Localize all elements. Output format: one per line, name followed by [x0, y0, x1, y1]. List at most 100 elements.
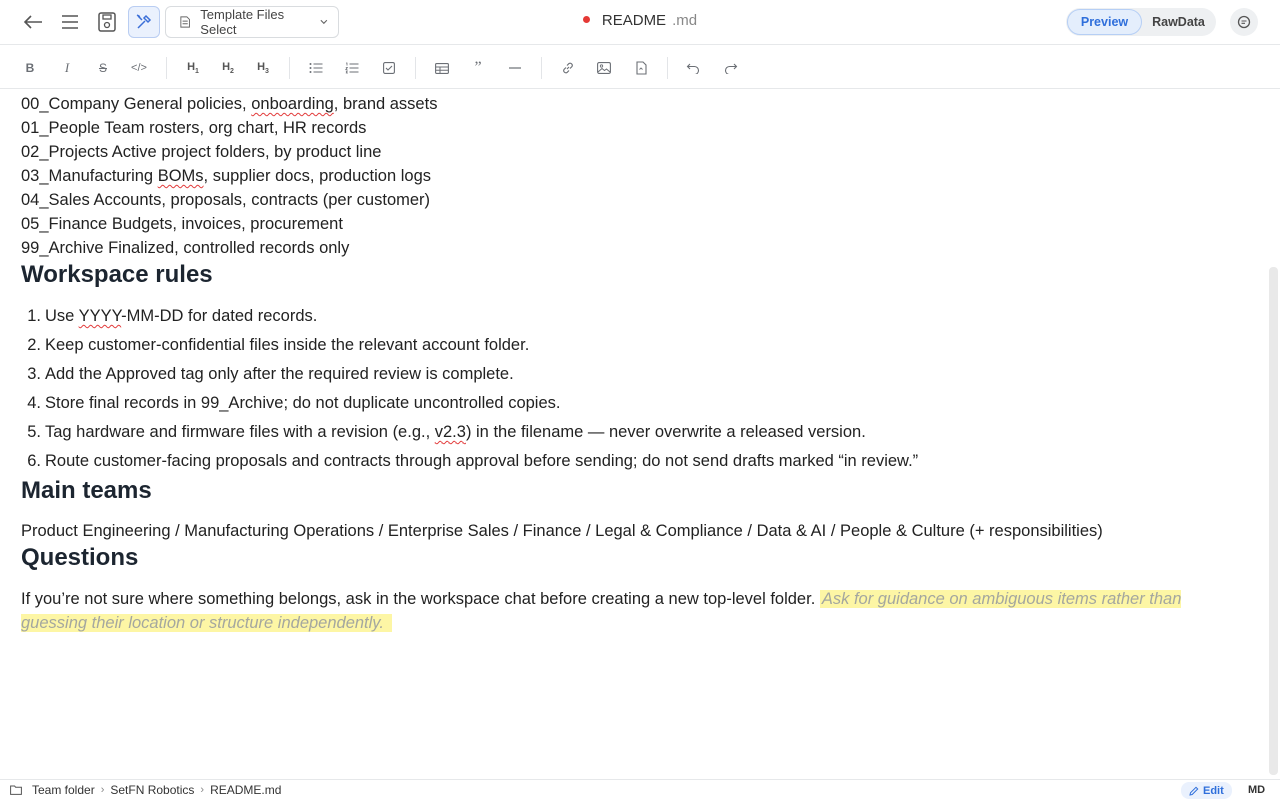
directory-line: 02_Projects Active project folders, by p… [21, 143, 382, 161]
questions-paragraph: If you’re not sure where something belon… [21, 587, 1251, 635]
directory-list: 00_Company General policies, onboarding,… [21, 92, 1280, 260]
spellcheck-word[interactable]: v2.3 [435, 423, 466, 441]
chevron-right-icon: › [200, 784, 205, 796]
questions-heading: Questions [21, 544, 139, 571]
arrow-left-icon [23, 15, 42, 29]
task-list-icon [383, 62, 395, 74]
template-files-label: Template Files Select [200, 7, 285, 37]
undo-icon [686, 63, 700, 74]
code-icon: </> [131, 62, 147, 74]
link-button[interactable] [558, 58, 578, 78]
table-icon [435, 62, 449, 74]
view-mode-toggle: Preview RawData [1066, 8, 1216, 36]
save-icon [98, 12, 116, 32]
heading-3-button[interactable]: H3 [253, 58, 273, 78]
directory-line: 01_People Team rosters, org chart, HR re… [21, 119, 367, 137]
breadcrumb-readme[interactable]: README.md [210, 783, 281, 797]
workspace-rules-list: 1. Use YYYY-MM-DD for dated records. 2. Kee… [21, 302, 1280, 476]
bullet-list-button[interactable] [306, 58, 326, 78]
tools-toggle-button[interactable] [128, 6, 160, 38]
bold-button[interactable]: B [20, 58, 40, 78]
attach-file-button[interactable] [631, 58, 651, 78]
redo-button[interactable] [721, 58, 741, 78]
toolbar-separator [289, 57, 290, 79]
back-button[interactable] [20, 10, 46, 34]
image-button[interactable] [594, 58, 614, 78]
document-content[interactable]: 00_Company General policies, onboarding,… [0, 89, 1280, 779]
status-bar: Team folder › SetFN Robotics › README.md… [0, 779, 1280, 800]
directory-line: 05_Finance Budgets, invoices, procuremen… [21, 215, 343, 233]
code-button[interactable]: </> [129, 58, 149, 78]
horizontal-rule-button[interactable] [505, 58, 525, 78]
menu-button[interactable] [58, 10, 82, 34]
template-files-select[interactable]: Template Files Select [165, 6, 339, 38]
rawdata-mode-button[interactable]: RawData [1142, 9, 1215, 35]
formatting-toolbar: B I S </> H1 H2 H3 ” [0, 44, 1280, 89]
undo-button[interactable] [683, 58, 703, 78]
quote-button[interactable]: ” [468, 58, 488, 78]
bold-icon: B [25, 61, 35, 75]
heading-2-button[interactable]: H2 [218, 58, 238, 78]
strikethrough-icon: S [98, 61, 107, 75]
link-icon [563, 62, 573, 74]
directory-line: 03_Manufacturing BOMs, supplier docs, pr… [21, 167, 431, 185]
questions-text: If you’re not sure where something belon… [21, 590, 816, 608]
directory-line: 99_Archive Finalized, controlled records… [21, 239, 350, 257]
rule-item: 5. Tag hardware and firmware files with a… [27, 423, 866, 441]
preview-mode-button[interactable]: Preview [1067, 9, 1142, 35]
save-button[interactable] [95, 9, 119, 35]
main-teams-text: Product Engineering / Manufacturing Oper… [21, 522, 1103, 540]
toolbar-separator [166, 57, 167, 79]
ordered-list-icon [345, 62, 359, 74]
unsaved-indicator [582, 16, 590, 23]
italic-icon: I [64, 60, 70, 75]
chat-icon [1237, 15, 1251, 29]
rule-item: 6. Route customer-facing proposals and co… [27, 452, 919, 470]
spellcheck-word[interactable]: YYYY [79, 307, 122, 325]
main-teams-heading: Main teams [21, 477, 152, 504]
redo-icon [724, 63, 738, 74]
top-bar: Template Files Select README .md Preview … [0, 0, 1280, 44]
breadcrumb-setfn-robotics[interactable]: SetFN Robotics [110, 783, 194, 797]
doc-extension: .md [672, 12, 698, 29]
toolbar-separator [667, 57, 668, 79]
quote-icon: ” [474, 59, 482, 76]
ordered-list-button[interactable] [342, 58, 362, 78]
chevron-down-icon [320, 19, 328, 25]
rule-item: 2. Keep customer-confidential files insid… [27, 336, 530, 354]
spellcheck-word[interactable]: onboarding [251, 95, 334, 113]
bullet-list-icon [309, 63, 323, 73]
edit-button[interactable]: Edit [1181, 782, 1232, 799]
breadcrumb-team-folder[interactable]: Team folder [32, 783, 95, 797]
rule-item: 1. Use YYYY-MM-DD for dated records. [27, 307, 318, 325]
toolbar-separator [415, 57, 416, 79]
folder-icon [10, 785, 22, 795]
heading-3-icon: H3 [257, 60, 269, 76]
task-list-button[interactable] [379, 58, 399, 78]
rule-item: 4. Store final records in 99_Archive; do … [27, 394, 561, 412]
pencil-icon [1189, 786, 1199, 796]
spellcheck-word[interactable]: BOMs [158, 167, 204, 185]
chat-button[interactable] [1230, 8, 1258, 36]
strikethrough-button[interactable]: S [93, 58, 113, 78]
content-scrollbar[interactable] [1269, 267, 1278, 775]
image-icon [597, 62, 611, 74]
directory-line: 04_Sales Accounts, proposals, contracts … [21, 191, 431, 209]
file-icon [180, 16, 190, 28]
directory-line: 00_Company General policies, onboarding,… [21, 95, 438, 113]
hamburger-icon [62, 15, 78, 29]
format-indicator: MD [1248, 784, 1266, 796]
edit-label: Edit [1203, 784, 1224, 797]
tools-icon [136, 14, 152, 29]
doc-name: README [601, 12, 667, 29]
breadcrumb: Team folder › SetFN Robotics › README.md [10, 783, 281, 797]
italic-button[interactable]: I [57, 58, 77, 78]
toolbar-separator [541, 57, 542, 79]
heading-1-icon: H1 [187, 60, 199, 76]
table-button[interactable] [432, 58, 452, 78]
horizontal-rule-icon [509, 67, 521, 69]
rule-item: 3. Add the Approved tag only after the re… [27, 365, 514, 383]
file-icon [635, 61, 647, 75]
heading-1-button[interactable]: H1 [183, 58, 203, 78]
workspace-rules-heading: Workspace rules [21, 261, 213, 288]
